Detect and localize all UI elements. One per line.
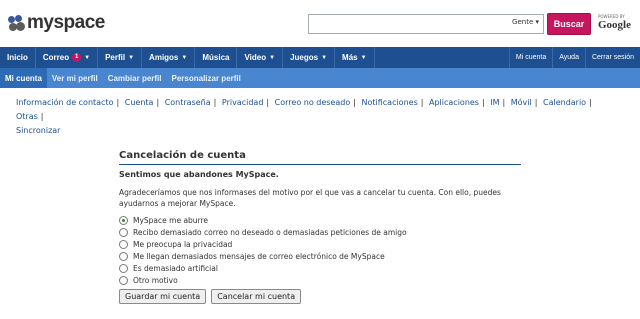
nav-inicio[interactable]: Inicio xyxy=(0,47,36,68)
account-settings-links: Información de contacto | Cuenta | Contras… xyxy=(16,96,626,138)
search-box: Gente ▾ xyxy=(308,14,544,34)
nav-label: Amigos xyxy=(149,53,179,62)
page-title: Cancelación de cuenta xyxy=(119,150,521,165)
action-buttons: Guardar mi cuenta Cancelar mi cuenta xyxy=(119,289,521,304)
cancel-account-button[interactable]: Cancelar mi cuenta xyxy=(211,289,302,304)
link-calendario[interactable]: Calendario xyxy=(543,98,586,107)
separator: | xyxy=(213,98,217,107)
radio-button[interactable] xyxy=(119,239,128,249)
link-contrasena[interactable]: Contraseña xyxy=(165,98,211,107)
reason-option[interactable]: Recibo demasiado correo no deseado o dem… xyxy=(119,226,521,238)
chevron-down-icon: ▼ xyxy=(181,54,188,61)
link-otras[interactable]: Otras xyxy=(16,112,38,121)
search-button[interactable]: Buscar xyxy=(547,13,591,35)
subnav-personalizar-perfil[interactable]: Personalizar perfil xyxy=(167,68,246,88)
powered-by-google: POWERED BY Google xyxy=(598,14,634,36)
reason-option[interactable]: Otro motivo xyxy=(119,274,521,286)
nav-label: Correo xyxy=(42,53,70,62)
nav-mas[interactable]: Más ▼ xyxy=(335,47,375,68)
myspace-logo[interactable]: myspace xyxy=(8,12,105,34)
radio-button[interactable] xyxy=(119,275,128,285)
secondary-nav: Mi cuenta Ver mi perfil Cambiar perfil P… xyxy=(0,68,640,88)
chevron-down-icon: ▼ xyxy=(84,54,91,61)
chevron-down-icon: ▼ xyxy=(269,54,276,61)
subnav-cambiar-perfil[interactable]: Cambiar perfil xyxy=(103,68,167,88)
header: myspace Gente ▾ Buscar POWERED BY Google xyxy=(0,0,640,46)
reason-option[interactable]: MySpace me aburre xyxy=(119,214,521,226)
separator: | xyxy=(116,98,120,107)
nav-cerrar-sesion[interactable]: Cerrar sesión xyxy=(584,47,640,68)
nav-mi-cuenta[interactable]: Mi cuenta xyxy=(508,47,552,68)
radio-button[interactable] xyxy=(119,263,128,273)
reason-label: Recibo demasiado correo no deseado o dem… xyxy=(133,227,407,237)
separator: | xyxy=(589,98,592,107)
panel-subtitle: Sentimos que abandones MySpace. xyxy=(119,170,279,179)
link-notificaciones[interactable]: Notificaciones xyxy=(361,98,417,107)
reason-label: Otro motivo xyxy=(133,275,178,285)
reason-label: MySpace me aburre xyxy=(133,215,209,225)
separator: | xyxy=(156,98,160,107)
unread-badge: 1 xyxy=(72,53,82,62)
chevron-down-icon: ▼ xyxy=(360,54,367,61)
account-links: Mi cuenta Ayuda Cerrar sesión xyxy=(508,47,640,68)
nav-musica[interactable]: Música xyxy=(195,47,238,68)
radio-button[interactable] xyxy=(119,251,128,261)
link-informacion-contacto[interactable]: Información de contacto xyxy=(16,98,114,107)
search-scope-dropdown[interactable]: Gente ▾ xyxy=(512,18,539,26)
chevron-down-icon: ▼ xyxy=(128,54,135,61)
myspace-people-icon xyxy=(8,14,25,32)
chevron-down-icon: ▼ xyxy=(321,54,328,61)
nav-label: Video xyxy=(244,53,267,62)
link-movil[interactable]: Móvil xyxy=(511,98,532,107)
search-input[interactable] xyxy=(309,15,501,33)
nav-ayuda[interactable]: Ayuda xyxy=(552,47,585,68)
separator: | xyxy=(420,98,424,107)
nav-correo[interactable]: Correo 1 ▼ xyxy=(36,47,99,68)
link-correo-no-deseado[interactable]: Correo no deseado xyxy=(275,98,351,107)
nav-perfil[interactable]: Perfil ▼ xyxy=(98,47,143,68)
primary-nav: Inicio Correo 1 ▼ Perfil ▼ Amigos ▼ Música V… xyxy=(0,47,640,68)
reason-option[interactable]: Es demasiado artificial xyxy=(119,262,521,274)
nav-label: Perfil xyxy=(105,53,126,62)
separator: | xyxy=(481,98,485,107)
nav-label: Más xyxy=(342,53,358,62)
separator: | xyxy=(534,98,538,107)
reason-label: Me preocupa la privacidad xyxy=(133,239,233,249)
reason-label: Es demasiado artificial xyxy=(133,263,218,273)
subnav-mi-cuenta[interactable]: Mi cuenta xyxy=(0,68,47,88)
separator: | xyxy=(40,112,44,121)
separator: | xyxy=(266,98,270,107)
nav-video[interactable]: Video ▼ xyxy=(237,47,284,68)
reason-label: Me llegan demasiados mensajes de correo … xyxy=(133,251,385,261)
nav-juegos[interactable]: Juegos ▼ xyxy=(283,47,336,68)
nav-label: Inicio xyxy=(7,53,28,62)
reason-option[interactable]: Me preocupa la privacidad xyxy=(119,238,521,250)
link-cuenta[interactable]: Cuenta xyxy=(125,98,154,107)
radio-button-selected[interactable] xyxy=(119,215,128,225)
subnav-ver-mi-perfil[interactable]: Ver mi perfil xyxy=(47,68,103,88)
link-sincronizar[interactable]: Sincronizar xyxy=(16,126,60,135)
save-account-button[interactable]: Guardar mi cuenta xyxy=(119,289,207,304)
reason-options: MySpace me aburre Recibo demasiado corre… xyxy=(119,214,521,286)
link-im[interactable]: IM xyxy=(490,98,499,107)
link-aplicaciones[interactable]: Aplicaciones xyxy=(429,98,479,107)
google-logo: Google xyxy=(598,19,631,31)
logo-text: myspace xyxy=(27,12,105,33)
radio-button[interactable] xyxy=(119,227,128,237)
cancel-account-panel: Cancelación de cuenta Sentimos que aband… xyxy=(119,150,521,304)
separator: | xyxy=(502,98,506,107)
reason-option[interactable]: Me llegan demasiados mensajes de correo … xyxy=(119,250,521,262)
separator: | xyxy=(353,98,356,107)
panel-description: Agradeceríamos que nos informases del mo… xyxy=(119,188,501,208)
nav-label: Juegos xyxy=(290,53,319,62)
nav-label: Música xyxy=(202,53,230,62)
link-privacidad[interactable]: Privacidad xyxy=(222,98,264,107)
nav-amigos[interactable]: Amigos ▼ xyxy=(142,47,196,68)
